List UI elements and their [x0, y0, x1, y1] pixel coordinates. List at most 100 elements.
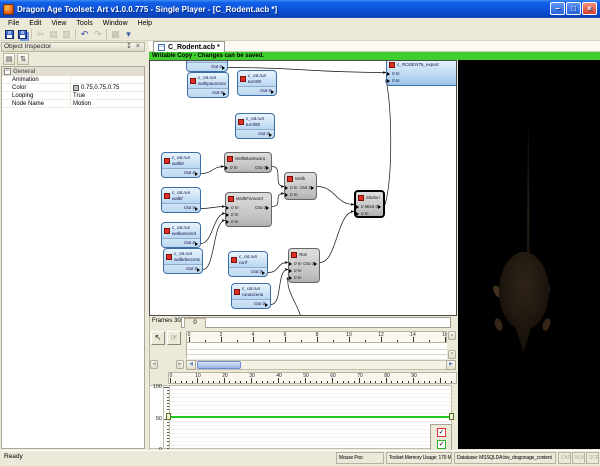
property-value[interactable]: True [71, 92, 144, 99]
timeline-rows[interactable] [186, 343, 447, 359]
pointer-tool-button[interactable]: ↖ [151, 331, 165, 345]
graph-node-motion[interactable]: Motion0 InOut 00 In [354, 190, 385, 218]
curve-handle-right[interactable] [449, 413, 454, 420]
node-output-port[interactable]: Out 0 [162, 238, 200, 247]
app-icon [3, 4, 14, 15]
graph-node-walkascend[interactable]: c_rat.runwalkascendOut 0 [161, 222, 201, 248]
node-input-port[interactable]: 0 InOut 0 [289, 260, 319, 267]
node-output-port[interactable]: Out 0 [300, 184, 311, 191]
menu-tools[interactable]: Tools [71, 20, 97, 27]
dropdown-icon[interactable]: ▾ [122, 28, 135, 40]
property-row-color[interactable]: Color0.75,0.75,0.75 [2, 84, 144, 92]
save-all-icon[interactable] [16, 28, 29, 40]
keyframe-curve[interactable] [169, 416, 451, 418]
menu-edit[interactable]: Edit [24, 20, 46, 27]
node-output-port[interactable]: Out 0 [232, 299, 270, 308]
ruler-tick [424, 381, 425, 383]
ruler-tick [397, 381, 398, 383]
current-frame-indicator[interactable]: 0 [184, 318, 206, 328]
node-output-port[interactable]: Out 0 [188, 88, 228, 97]
menu-window[interactable]: Window [98, 20, 133, 27]
node-output-port[interactable]: Out 0 [162, 168, 200, 177]
property-value[interactable]: Motion [71, 100, 144, 107]
graph-node-hidden_top[interactable]: Out 0 [186, 60, 228, 72]
node-output-port[interactable]: Out 0 [164, 264, 202, 273]
ruler-label: 2 [220, 332, 223, 338]
property-row-animation[interactable]: Animation [2, 76, 144, 84]
timeline-ruler[interactable]: 0246810121416 [186, 331, 447, 343]
ruler-tick [256, 381, 257, 383]
graph-node-turn90a[interactable]: c_rat.runturn90Out 0 [237, 70, 277, 96]
graph-node-runf[interactable]: c_rat.runrunf Out 0 [228, 251, 268, 277]
graph-node-export[interactable]: c_RODENTa_export0 In0 In [386, 60, 457, 86]
node-input-port[interactable]: 0 In [226, 218, 271, 225]
category-row-general[interactable]: −General [2, 67, 144, 76]
node-output-port[interactable]: Out 0 [367, 203, 378, 210]
graph-node-walkb[interactable]: c_rat.runwalkbOut 0 [161, 152, 201, 178]
property-value[interactable]: 0.75,0.75,0.75 [71, 84, 144, 91]
menu-file[interactable]: File [3, 20, 24, 27]
node-input-port[interactable]: 0 In [285, 191, 316, 198]
graph-canvas[interactable]: Out 0c_rat.runwalkpausesniffOut 0c_RODEN… [149, 60, 457, 316]
node-output-port[interactable]: Out 0 [255, 204, 266, 211]
anim-icon [234, 289, 240, 295]
node-input-port[interactable]: 0 In [356, 210, 383, 217]
graph-node-walkforward[interactable]: WalkForward0 InOut 00 In0 In [225, 192, 272, 227]
node-input-port[interactable]: 0 InOut 0 [226, 204, 271, 211]
curve-visibility-checkbox-1[interactable]: ✓ [437, 440, 446, 449]
node-input-port[interactable]: 0 In [289, 267, 319, 274]
menu-help[interactable]: Help [133, 20, 157, 27]
graph-node-turnl90[interactable]: c_rat.runturnl90Out 0 [235, 113, 275, 139]
out-port-marker [195, 242, 200, 246]
curve-visibility-checkbox-0[interactable]: ✓ [437, 428, 446, 437]
curve-ruler[interactable]: 0102030405060708090 [168, 372, 457, 384]
graph-node-walkpause[interactable]: c_rat.runwalkpausesniffOut 0 [187, 72, 229, 98]
pan-tool-button[interactable]: ☞ [167, 331, 181, 345]
tab-c-rodent[interactable]: C_Rodent.acb * [153, 41, 225, 52]
property-row-looping[interactable]: LoopingTrue [2, 92, 144, 100]
graph-node-run[interactable]: Run0 InOut 00 In0 In [288, 248, 320, 283]
node-output-port[interactable]: Out 0 [303, 260, 314, 267]
property-value[interactable] [71, 76, 144, 83]
node-input-port[interactable]: 0 In [226, 211, 271, 218]
curve-handle-left[interactable] [166, 413, 171, 420]
node-output-port[interactable]: Out 0 [162, 203, 200, 212]
node-input-port[interactable]: 0 In [289, 274, 319, 281]
node-input-port[interactable]: 0 In [387, 77, 457, 84]
node-output-port[interactable]: Out 0 [229, 267, 267, 276]
node-output-port[interactable]: Out 0 [236, 129, 274, 138]
ruler-tick [301, 340, 302, 343]
node-input-port[interactable]: 0 In [387, 70, 457, 77]
in-label: 0 In [392, 71, 400, 76]
alphabetical-sort-button[interactable]: ⇅ [17, 53, 29, 65]
node-output-port[interactable]: Out 0 [238, 86, 276, 95]
node-input-port[interactable]: 0 InOut 0 [285, 184, 316, 191]
close-button[interactable]: × [582, 2, 597, 15]
close-panel-icon[interactable]: × [134, 43, 142, 51]
maximize-button[interactable]: □ [566, 2, 581, 15]
property-row-node-name[interactable]: Node NameMotion [2, 100, 144, 108]
menu-view[interactable]: View [46, 20, 71, 27]
node-input-port[interactable]: 0 InOut 0 [356, 203, 383, 210]
model-viewport[interactable] [458, 60, 600, 449]
node-label: c_rat.runrunf [239, 254, 257, 265]
out-port-marker [195, 172, 200, 176]
ruler-tick [267, 381, 268, 383]
node-input-port[interactable]: 0 InOut 0 [225, 164, 271, 171]
graph-node-walkdescend[interactable]: c_rat.runwalkdescendOut 0 [163, 248, 203, 274]
graph-node-walkf[interactable]: c_rat.runwalkfOut 0 [161, 187, 201, 213]
graph-node-walkbackward[interactable]: WalkBackward0 InOut 0 [224, 152, 272, 173]
collapse-icon[interactable]: − [4, 68, 11, 75]
graph-node-runascend[interactable]: c_rat.runrunascendOut 0 [231, 283, 271, 309]
frame-track[interactable] [181, 317, 451, 328]
categorized-view-button[interactable]: ▤ [3, 53, 15, 65]
node-output-port[interactable]: Out 0 [255, 164, 266, 171]
undo-icon[interactable]: ↶ [78, 28, 91, 40]
title-bar[interactable]: Dragon Age Toolset: Art v1.0.0.775 - Sin… [0, 0, 600, 18]
inspector-header[interactable]: Object Inspector ↧ × [1, 42, 145, 52]
graph-node-walk[interactable]: Walk0 InOut 00 In [284, 172, 317, 200]
pin-icon[interactable]: ↧ [124, 43, 134, 51]
node-output-port[interactable]: Out 0 [187, 62, 227, 71]
save-icon[interactable] [3, 28, 16, 40]
minimize-button[interactable]: − [550, 2, 565, 15]
